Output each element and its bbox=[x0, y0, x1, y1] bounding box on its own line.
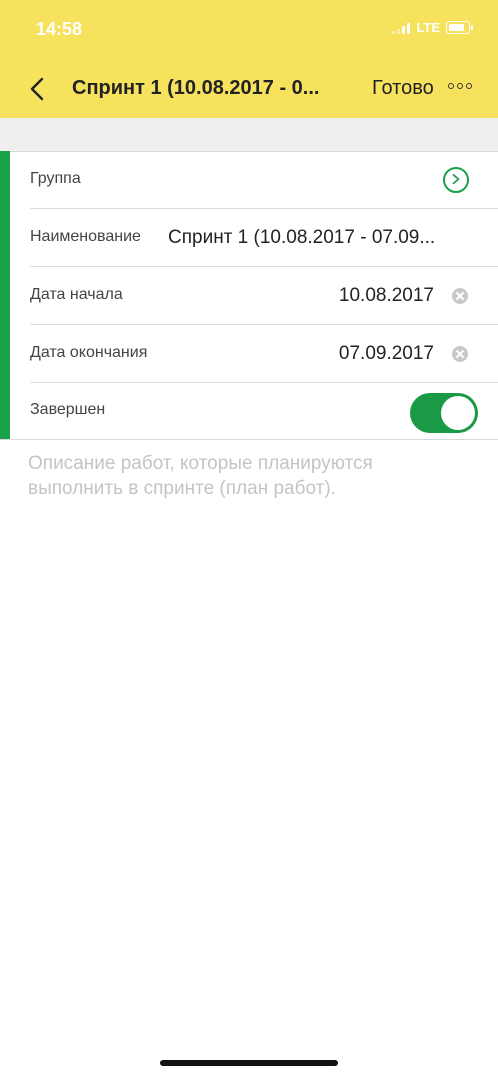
toggle-knob bbox=[441, 396, 475, 430]
group-row[interactable]: Группа bbox=[10, 151, 498, 209]
completed-toggle[interactable] bbox=[410, 393, 478, 433]
sprint-form: Группа Наименование Спринт 1 (10.08.2017… bbox=[0, 151, 498, 440]
done-button[interactable]: Готово bbox=[372, 77, 434, 100]
signal-icon bbox=[392, 22, 411, 34]
status-time: 14:58 bbox=[36, 19, 83, 39]
battery-icon bbox=[446, 21, 473, 34]
completed-row: Завершен bbox=[10, 383, 498, 439]
section-gap bbox=[0, 118, 498, 152]
end-date-row[interactable]: Дата окончания 07.09.2017 bbox=[10, 325, 498, 383]
top-bar: 14:58 LTE Спринт 1 (10.08.2017 - 0... Го… bbox=[0, 0, 498, 118]
start-date-field[interactable]: 10.08.2017 bbox=[339, 285, 434, 307]
start-date-label: Дата начала bbox=[30, 286, 123, 303]
form-accent-bar bbox=[0, 151, 10, 439]
navigation-bar: Спринт 1 (10.08.2017 - 0... Готово bbox=[0, 62, 498, 114]
clear-start-date-icon[interactable] bbox=[452, 288, 468, 304]
description-field[interactable]: Описание работ, которые планируются выпо… bbox=[28, 451, 448, 501]
name-row[interactable]: Наименование Спринт 1 (10.08.2017 - 07.0… bbox=[10, 209, 498, 267]
home-indicator[interactable] bbox=[160, 1060, 338, 1066]
back-chevron-icon[interactable] bbox=[26, 76, 50, 102]
chevron-right-circle-icon[interactable] bbox=[443, 167, 469, 193]
completed-label: Завершен bbox=[30, 401, 106, 418]
page-title: Спринт 1 (10.08.2017 - 0... bbox=[72, 77, 320, 99]
name-field[interactable]: Спринт 1 (10.08.2017 - 07.09... bbox=[168, 227, 435, 249]
end-date-label: Дата окончания bbox=[30, 344, 148, 361]
network-type: LTE bbox=[416, 20, 440, 35]
status-indicators: LTE bbox=[392, 20, 473, 35]
group-label: Группа bbox=[30, 170, 81, 187]
end-date-field[interactable]: 07.09.2017 bbox=[339, 343, 434, 365]
more-options-icon[interactable] bbox=[448, 83, 472, 89]
name-label: Наименование bbox=[30, 228, 141, 245]
start-date-row[interactable]: Дата начала 10.08.2017 bbox=[10, 267, 498, 325]
clear-end-date-icon[interactable] bbox=[452, 346, 468, 362]
